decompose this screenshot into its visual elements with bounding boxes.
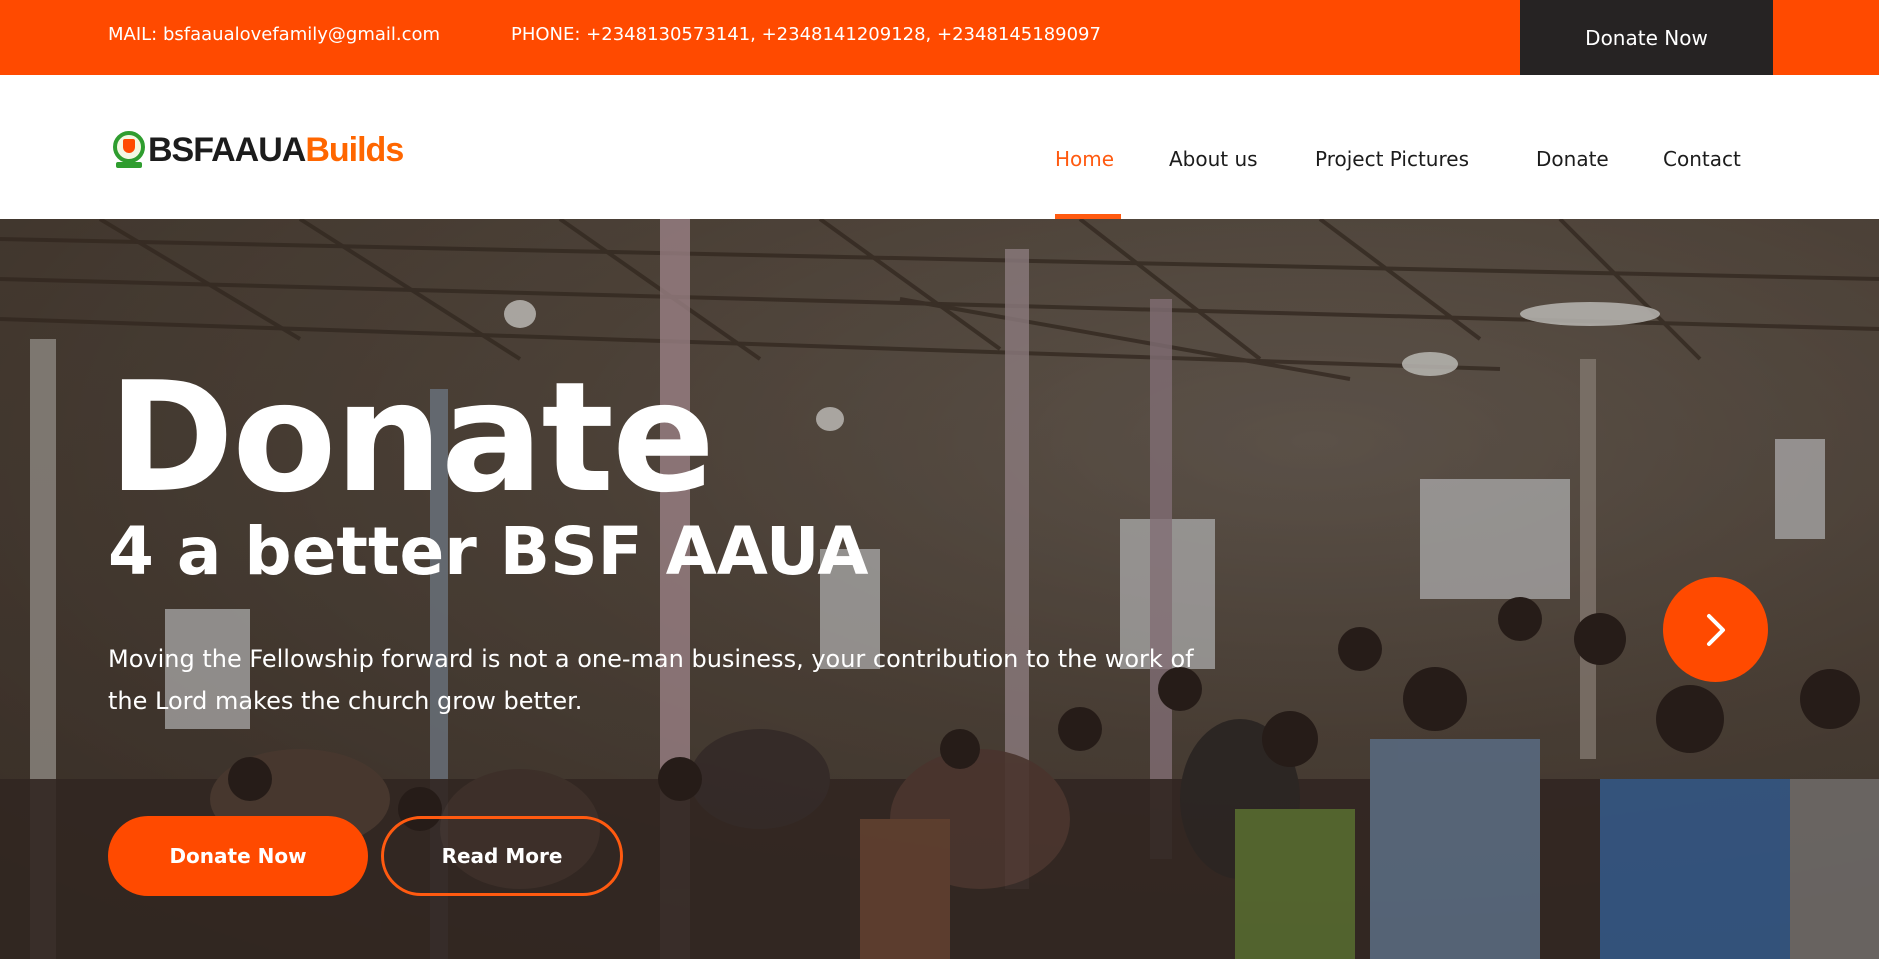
hero-title: Donate <box>108 349 715 526</box>
slider-next-button[interactable] <box>1663 577 1768 682</box>
nav-item-home[interactable]: Home <box>1055 147 1114 171</box>
logo-text-secondary: Builds <box>305 130 404 169</box>
contact-phone[interactable]: PHONE: +2348130573141, +2348141209128, +… <box>511 24 1101 45</box>
logo-emblem-icon <box>112 130 146 170</box>
nav-item-contact[interactable]: Contact <box>1663 147 1741 171</box>
contact-email[interactable]: MAIL: bsfaaualovefamily@gmail.com <box>108 24 440 45</box>
site-logo[interactable]: BSFAAUA Builds <box>112 130 404 170</box>
logo-text-primary: BSFAAUA <box>148 130 306 169</box>
site-header: BSFAAUA Builds Home About us Project Pic… <box>0 75 1879 219</box>
nav-item-project-pictures[interactable]: Project Pictures <box>1315 147 1469 171</box>
hero-donate-now-button[interactable]: Donate Now <box>108 816 368 896</box>
hero-section: Donate 4 a better BSF AAUA Moving the Fe… <box>0 219 1879 959</box>
hero-subtitle: 4 a better BSF AAUA <box>108 513 869 590</box>
hero-read-more-button[interactable]: Read More <box>381 816 623 896</box>
chevron-right-icon <box>1706 613 1725 646</box>
top-donate-now-button[interactable]: Donate Now <box>1520 0 1773 75</box>
top-bar: MAIL: bsfaaualovefamily@gmail.com PHONE:… <box>0 0 1879 75</box>
nav-item-about-us[interactable]: About us <box>1169 147 1258 171</box>
hero-description: Moving the Fellowship forward is not a o… <box>108 645 1194 715</box>
nav-item-donate[interactable]: Donate <box>1536 147 1609 171</box>
